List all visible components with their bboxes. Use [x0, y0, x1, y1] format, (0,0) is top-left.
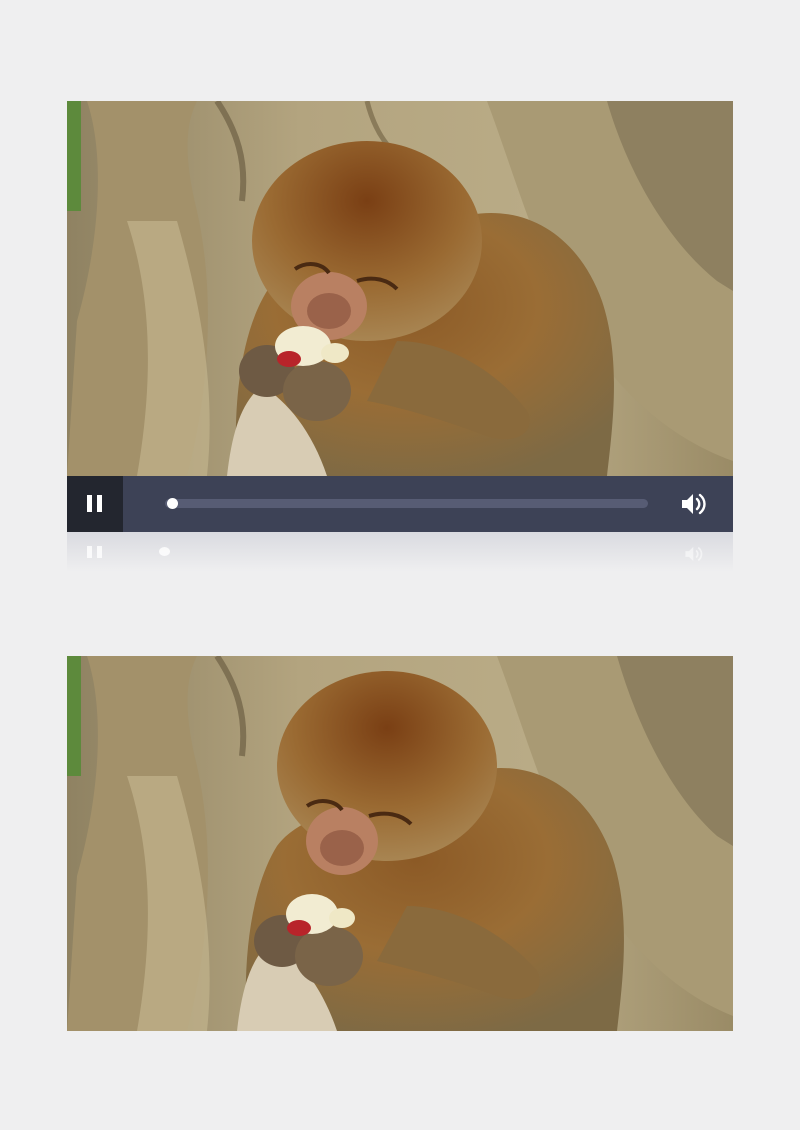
pause-icon — [87, 495, 92, 512]
pause-button[interactable] — [67, 476, 123, 532]
video-control-bar — [67, 476, 733, 532]
video-frame-2 — [67, 656, 733, 1031]
seek-bar[interactable] — [165, 498, 648, 509]
video-image — [67, 656, 733, 1031]
video-image — [67, 101, 733, 476]
volume-button[interactable] — [679, 490, 709, 518]
control-bar-reflection — [67, 532, 733, 572]
seek-handle[interactable] — [167, 498, 178, 509]
volume-icon — [682, 493, 706, 515]
video-frame[interactable] — [67, 101, 733, 476]
